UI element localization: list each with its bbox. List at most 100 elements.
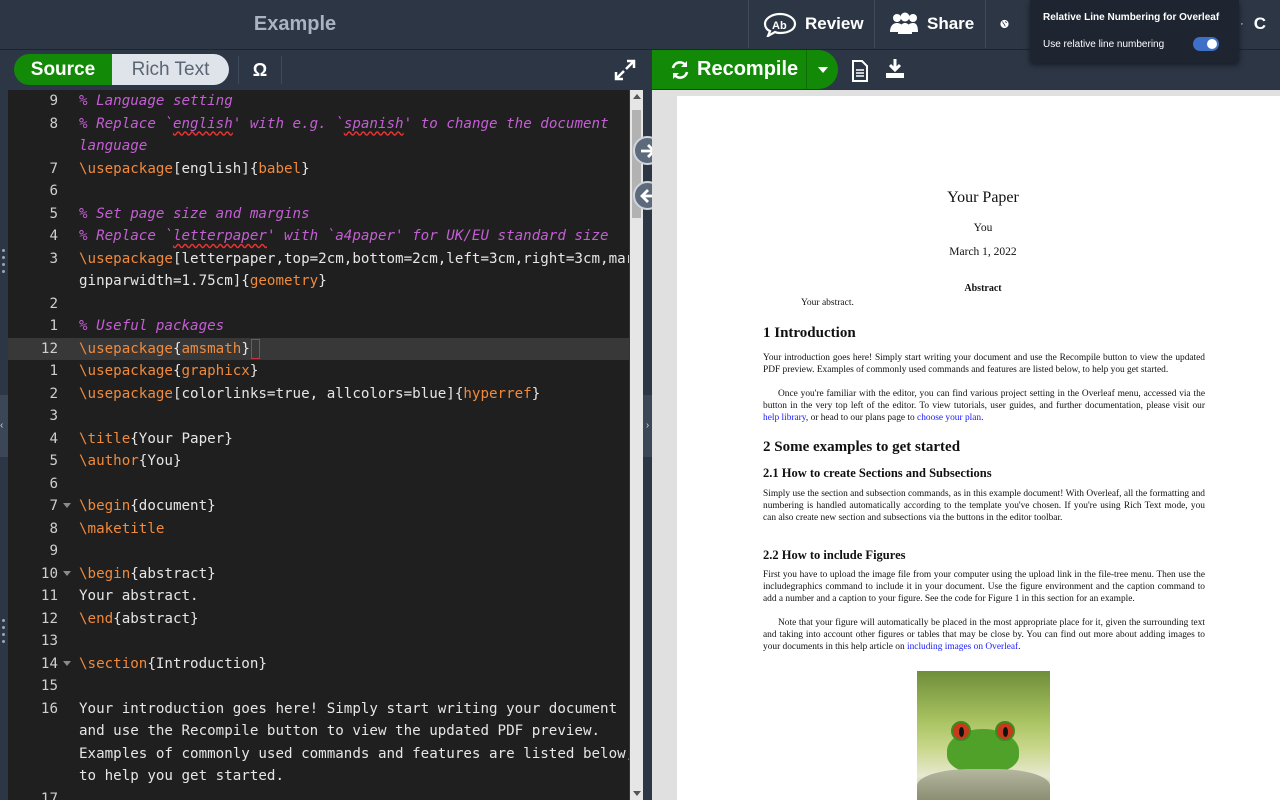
latex-command: \title <box>79 430 131 447</box>
line-number: 14 <box>40 655 58 672</box>
code-line[interactable]: 4 % Replace `letterpaper' with `a4paper' … <box>8 225 629 247</box>
code-line[interactable]: 8 % Replace `english' with e.g. `spanish'… <box>8 113 629 135</box>
code-text: } <box>531 385 541 402</box>
recompile-button[interactable]: Recompile <box>652 50 838 89</box>
recompile-label: Recompile <box>697 58 799 80</box>
fold-toggle-icon[interactable] <box>63 503 71 508</box>
fold-toggle-icon[interactable] <box>63 570 71 576</box>
review-label: Review <box>805 14 864 33</box>
latex-command: \usepackage <box>79 363 173 379</box>
code-line[interactable]: 15 <box>8 675 629 697</box>
popup-toggle-label: Use relative line numbering <box>1043 39 1165 50</box>
code-line[interactable]: 2 <box>8 293 629 315</box>
scroll-up-arrow[interactable] <box>633 94 641 99</box>
code-line[interactable]: 1 % Useful packages <box>8 315 629 337</box>
review-button[interactable]: Ab Review <box>748 0 878 48</box>
pdf-paragraph: First you have to upload the image file … <box>763 569 1205 605</box>
latex-comment: spanish <box>343 115 404 132</box>
code-line[interactable]: 2 \usepackage[colorlinks=true, allcolors=… <box>8 383 629 405</box>
code-line[interactable]: 16 Your introduction goes here! Simply st… <box>8 698 629 720</box>
latex-comment: % Language setting <box>79 93 233 109</box>
latex-comment: % Replace ` <box>79 115 173 132</box>
code-line[interactable]: 8 \maketitle <box>8 518 629 540</box>
code-editor[interactable]: 9 % Language setting 8% Replace `english' … <box>8 90 629 800</box>
code-line[interactable]: 7 \begin{document} <box>8 495 629 517</box>
latex-comment: english <box>172 115 233 132</box>
code-text: to help you get started. <box>79 768 284 784</box>
relative-numbering-toggle[interactable] <box>1193 37 1219 51</box>
code-text: {Introduction} <box>147 655 267 672</box>
symbol-palette-button[interactable]: Ω <box>238 56 282 84</box>
code-line[interactable]: 1 \usepackage{graphicx} <box>8 360 629 382</box>
line-code: \section{Introduction} <box>79 653 267 675</box>
left-drag-handle[interactable] <box>0 245 8 285</box>
code-text: } <box>241 340 250 357</box>
pdf-paragraph: Note that your figure will automatically… <box>763 617 1205 653</box>
expand-icon[interactable] <box>614 59 636 81</box>
line-number: 4 <box>49 430 58 447</box>
code-text: and use the Recompile button to view the… <box>79 723 601 739</box>
code-text: } <box>318 273 327 289</box>
code-line[interactable]: 5 \author{You} <box>8 450 629 472</box>
code-line[interactable]: language <box>8 135 629 157</box>
code-line[interactable]: 5 % Set page size and margins <box>8 203 629 225</box>
left-drag-handle-lower[interactable] <box>0 615 8 655</box>
file-tree-toggle[interactable]: ‹ <box>0 395 8 457</box>
logs-icon[interactable] <box>851 60 869 82</box>
code-line[interactable]: to help you get started. <box>8 765 629 787</box>
submit-button[interactable] <box>985 0 1031 48</box>
pdf-paragraph: Simply use the section and subsection co… <box>763 488 1205 524</box>
code-line[interactable]: 9 <box>8 540 629 562</box>
code-line[interactable]: 17 <box>8 788 629 800</box>
line-code: % Replace `letterpaper' with `a4paper' f… <box>79 225 609 247</box>
pdf-abstract-heading: Abstract <box>964 283 1002 294</box>
code-line[interactable]: 4 \title{Your Paper} <box>8 428 629 450</box>
code-line[interactable]: and use the Recompile button to view the… <box>8 720 629 742</box>
line-code: \author{You} <box>79 450 182 472</box>
fold-toggle-icon[interactable] <box>63 660 71 666</box>
help-library-link[interactable]: help library <box>763 413 806 423</box>
chat-button[interactable]: C <box>1239 0 1280 48</box>
code-line[interactable]: 12 \end{abstract} <box>8 608 629 630</box>
pdf-paragraph: Once you're familiar with the editor, yo… <box>763 388 1205 424</box>
latex-comment: ' to change the document <box>403 115 609 132</box>
line-code: \title{Your Paper} <box>79 428 233 450</box>
download-icon[interactable] <box>885 58 905 80</box>
latex-command: hyperref <box>463 385 532 402</box>
line-code: % Useful packages <box>79 315 224 337</box>
pdf-collapse-toggle[interactable]: › <box>643 395 652 457</box>
code-line[interactable]: Examples of commonly used commands and f… <box>8 743 629 765</box>
code-line[interactable]: 10 \begin{abstract} <box>8 563 629 585</box>
pdf-paragraph: Your introduction goes here! Simply star… <box>763 352 1205 376</box>
share-button[interactable]: Share <box>874 0 988 48</box>
line-number: 9 <box>49 93 58 109</box>
code-line[interactable]: 7 \usepackage[english]{babel} <box>8 158 629 180</box>
frog-image <box>917 671 1050 800</box>
code-line[interactable]: 6 <box>8 180 629 202</box>
code-line-current[interactable]: 12 \usepackage{amsmath} <box>8 337 629 360</box>
code-line[interactable]: 9 % Language setting <box>8 90 629 112</box>
scroll-down-arrow[interactable] <box>633 791 641 796</box>
code-line[interactable]: 3 \usepackage[letterpaper,top=2cm,bottom=… <box>8 248 629 270</box>
code-line[interactable]: 11 Your abstract. <box>8 585 629 607</box>
choose-plan-link[interactable]: choose your plan <box>917 413 981 423</box>
line-code: \usepackage{graphicx} <box>79 360 258 382</box>
latex-command: \usepackage <box>79 385 173 402</box>
project-title[interactable]: Example <box>0 0 590 48</box>
pdf-text: . <box>981 413 984 423</box>
chevron-down-icon[interactable] <box>818 67 828 73</box>
code-line[interactable]: 13 <box>8 630 629 652</box>
code-line[interactable]: ginparwidth=1.75cm]{geometry} <box>8 270 629 292</box>
pdf-viewer[interactable]: Your Paper You March 1, 2022 Abstract Yo… <box>652 90 1280 800</box>
code-line[interactable]: 3 <box>8 405 629 427</box>
code-line[interactable]: 6 <box>8 473 629 495</box>
line-number: 3 <box>49 250 58 267</box>
code-text: [colorlinks=true, allcolors=blue]{ <box>172 385 464 402</box>
pdf-text: Once you're familiar with the editor, yo… <box>763 389 1205 411</box>
source-mode-button[interactable]: Source <box>14 54 112 85</box>
code-line[interactable]: 14 \section{Introduction} <box>8 653 629 675</box>
line-number: 3 <box>49 408 58 424</box>
line-code: Examples of commonly used commands and f… <box>79 743 629 765</box>
including-images-link[interactable]: including images on Overleaf <box>907 642 1018 652</box>
rich-text-mode-button[interactable]: Rich Text <box>112 54 229 85</box>
